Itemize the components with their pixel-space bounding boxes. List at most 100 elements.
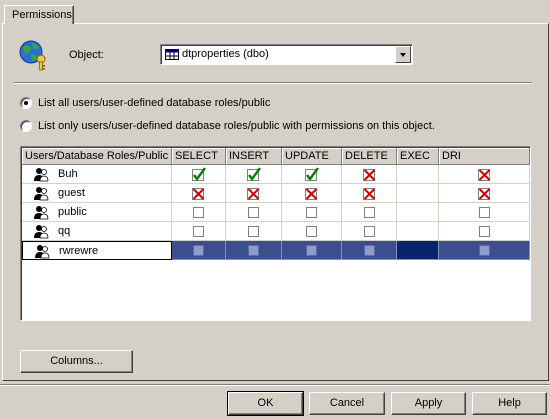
user-cell[interactable]: Buh (22, 165, 172, 184)
x-denied-icon[interactable] (477, 167, 492, 182)
permission-cell-delete[interactable] (342, 184, 397, 203)
user-icon (34, 206, 49, 220)
permission-cell-select[interactable] (172, 165, 226, 184)
check-granted-icon[interactable] (246, 167, 261, 182)
permission-cell-insert[interactable] (226, 165, 282, 184)
permission-cell-update[interactable] (282, 241, 342, 260)
ok-button[interactable]: OK (227, 391, 304, 416)
dropdown-button[interactable] (395, 46, 411, 63)
checkbox[interactable] (248, 245, 259, 256)
permission-cell-select[interactable] (172, 203, 226, 222)
object-label: Object: (69, 49, 104, 61)
cancel-button[interactable]: Cancel (309, 392, 385, 415)
permission-cell-delete[interactable] (342, 165, 397, 184)
permission-cell-insert[interactable] (226, 203, 282, 222)
permission-cell-insert[interactable] (226, 184, 282, 203)
permission-cell-dri[interactable] (439, 203, 530, 222)
table-row[interactable]: rwrewre (22, 241, 530, 260)
user-icon (34, 187, 49, 201)
permission-cell-select[interactable] (172, 222, 226, 241)
permission-cell-delete[interactable] (342, 241, 397, 260)
permission-cell-delete[interactable] (342, 222, 397, 241)
checkbox[interactable] (364, 207, 375, 218)
permission-cell-insert[interactable] (226, 222, 282, 241)
checkbox[interactable] (193, 245, 204, 256)
table-row[interactable]: public (22, 203, 530, 222)
permission-cell-update[interactable] (282, 203, 342, 222)
apply-button[interactable]: Apply (391, 392, 466, 415)
permission-cell-insert[interactable] (226, 241, 282, 260)
footer-separator (0, 384, 550, 386)
x-denied-icon[interactable] (191, 186, 206, 201)
column-header-exec[interactable]: EXEC (397, 148, 439, 165)
table-row[interactable]: qq (22, 222, 530, 241)
x-denied-icon[interactable] (362, 167, 377, 182)
checkbox[interactable] (364, 226, 375, 237)
check-granted-icon[interactable] (191, 167, 206, 182)
globe-key-icon (19, 40, 46, 71)
column-header-delete[interactable]: DELETE (342, 148, 397, 165)
checkbox[interactable] (479, 245, 490, 256)
object-select-value: dtproperties (dbo) (182, 48, 269, 60)
radio-list-all-label: List all users/user-defined database rol… (38, 97, 271, 109)
help-button[interactable]: Help (472, 392, 547, 415)
user-icon (35, 245, 50, 259)
user-cell[interactable]: guest (22, 184, 172, 203)
radio-list-only-label: List only users/user-defined database ro… (38, 120, 435, 132)
permissions-grid[interactable]: Users/Database Roles/Public SELECT INSER… (20, 146, 531, 321)
checkbox[interactable] (306, 245, 317, 256)
x-denied-icon[interactable] (246, 186, 261, 201)
help-button-label: Help (498, 397, 521, 409)
checkbox[interactable] (306, 226, 317, 237)
user-icon (34, 168, 49, 182)
tab-permissions[interactable]: Permissions (4, 5, 74, 24)
checkbox[interactable] (248, 226, 259, 237)
column-header-update[interactable]: UPDATE (282, 148, 342, 165)
checkbox[interactable] (479, 226, 490, 237)
checkbox[interactable] (364, 245, 375, 256)
check-granted-icon[interactable] (304, 167, 319, 182)
column-header-users[interactable]: Users/Database Roles/Public (22, 148, 172, 165)
column-header-dri[interactable]: DRI (439, 148, 530, 165)
permission-cell-update[interactable] (282, 165, 342, 184)
checkbox[interactable] (479, 207, 490, 218)
column-header-select[interactable]: SELECT (172, 148, 226, 165)
x-denied-icon[interactable] (477, 186, 492, 201)
radio-button[interactable] (20, 97, 32, 109)
permission-cell-exec[interactable] (397, 203, 439, 222)
table-row[interactable]: Buh (22, 165, 530, 184)
permission-cell-dri[interactable] (439, 184, 530, 203)
column-header-insert[interactable]: INSERT (226, 148, 282, 165)
permission-cell-update[interactable] (282, 184, 342, 203)
x-denied-icon[interactable] (362, 186, 377, 201)
user-cell[interactable]: qq (22, 222, 172, 241)
permission-cell-dri[interactable] (439, 222, 530, 241)
permission-cell-exec[interactable] (397, 222, 439, 241)
user-name: public (58, 206, 87, 218)
radio-button[interactable] (20, 120, 32, 132)
table-row[interactable]: guest (22, 184, 530, 203)
user-cell[interactable]: rwrewre (22, 241, 172, 260)
permission-cell-exec[interactable] (397, 165, 439, 184)
permission-cell-dri[interactable] (439, 165, 530, 184)
permission-cell-select[interactable] (172, 241, 226, 260)
user-cell[interactable]: public (22, 203, 172, 222)
permission-cell-update[interactable] (282, 222, 342, 241)
checkbox[interactable] (248, 207, 259, 218)
permission-cell-select[interactable] (172, 184, 226, 203)
separator (14, 82, 532, 84)
permission-cell-exec[interactable] (397, 241, 439, 260)
checkbox[interactable] (306, 207, 317, 218)
user-name: Buh (58, 168, 78, 180)
columns-button[interactable]: Columns... (20, 350, 133, 373)
cancel-button-label: Cancel (329, 397, 365, 409)
chevron-down-icon (400, 53, 406, 57)
x-denied-icon[interactable] (304, 186, 319, 201)
permission-cell-delete[interactable] (342, 203, 397, 222)
object-select[interactable]: dtproperties (dbo) (160, 44, 413, 65)
permission-cell-exec[interactable] (397, 184, 439, 203)
checkbox[interactable] (193, 207, 204, 218)
checkbox[interactable] (193, 226, 204, 237)
tab-permissions-label: Permissions (12, 9, 72, 21)
permission-cell-dri[interactable] (439, 241, 530, 260)
